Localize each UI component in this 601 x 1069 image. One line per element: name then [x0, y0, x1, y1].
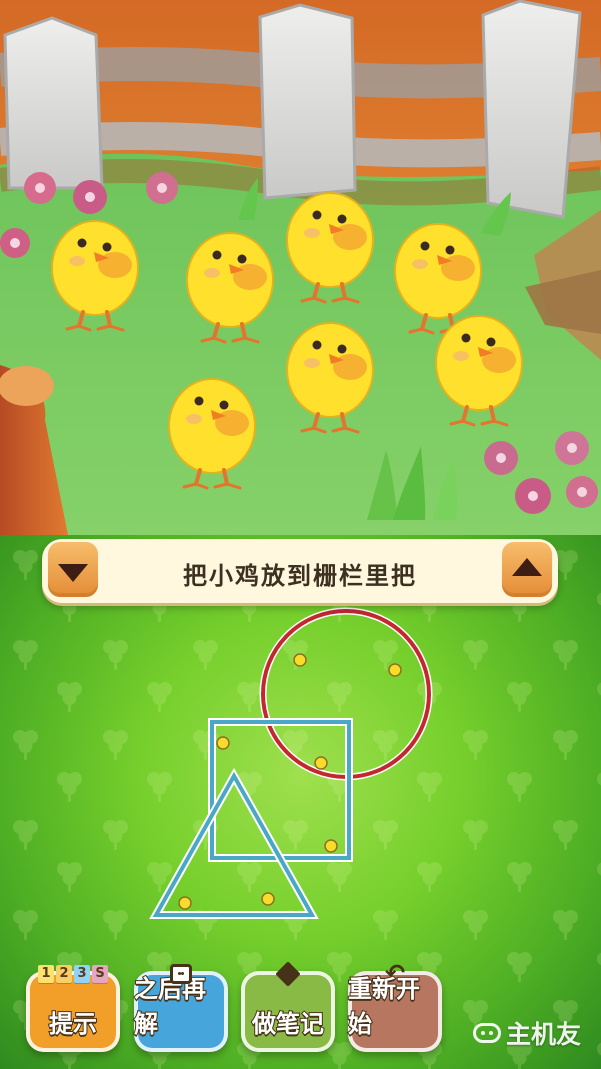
hint-digit-3: 3: [74, 965, 90, 983]
game-screen: 把小鸡放到栅栏里把 1 2 3 S 提示 之后再解 做笔记 ↶ 重新开始 主机友: [0, 0, 601, 1069]
chick-point[interactable]: [293, 653, 307, 667]
hint-digit-s: S: [92, 965, 108, 983]
arrow-up-icon: [512, 557, 542, 576]
watermark: 主机友: [472, 1015, 581, 1051]
gamepad-icon: [472, 1023, 501, 1043]
chick-point[interactable]: [261, 892, 275, 906]
arrow-down-icon: [58, 563, 88, 582]
hint-digit-2: 2: [56, 965, 72, 983]
fence-post: [258, 3, 357, 200]
chick-scene-art: [0, 0, 601, 535]
chick-point[interactable]: [314, 756, 328, 770]
solve-later-button[interactable]: 之后再解: [133, 964, 228, 1052]
instruction-bar: 把小鸡放到栅栏里把: [42, 539, 558, 603]
chick-point[interactable]: [216, 736, 230, 750]
chick-point[interactable]: [324, 839, 338, 853]
hint-level-icons: 1 2 3 S: [38, 965, 108, 983]
watermark-text: 主机友: [505, 1020, 581, 1049]
chick-scene: [0, 0, 601, 535]
fence-post: [481, 0, 582, 219]
notes-button[interactable]: 做笔记: [241, 961, 335, 1052]
fence-post: [3, 16, 104, 190]
face-icon: [170, 964, 192, 984]
restart-icon: ↶: [384, 959, 406, 987]
notes-label: 做笔记: [251, 1009, 325, 1039]
restart-button[interactable]: ↶ 重新开始: [347, 961, 442, 1052]
hint-button[interactable]: 1 2 3 S 提示: [26, 965, 120, 1052]
previous-button[interactable]: [48, 542, 98, 597]
next-button[interactable]: [502, 542, 552, 597]
hint-label: 提示: [48, 1009, 98, 1039]
hint-digit-1: 1: [38, 965, 54, 983]
chick-point[interactable]: [178, 896, 192, 910]
instruction-text: 把小鸡放到栅栏里把: [183, 562, 417, 590]
chick-point[interactable]: [388, 663, 402, 677]
